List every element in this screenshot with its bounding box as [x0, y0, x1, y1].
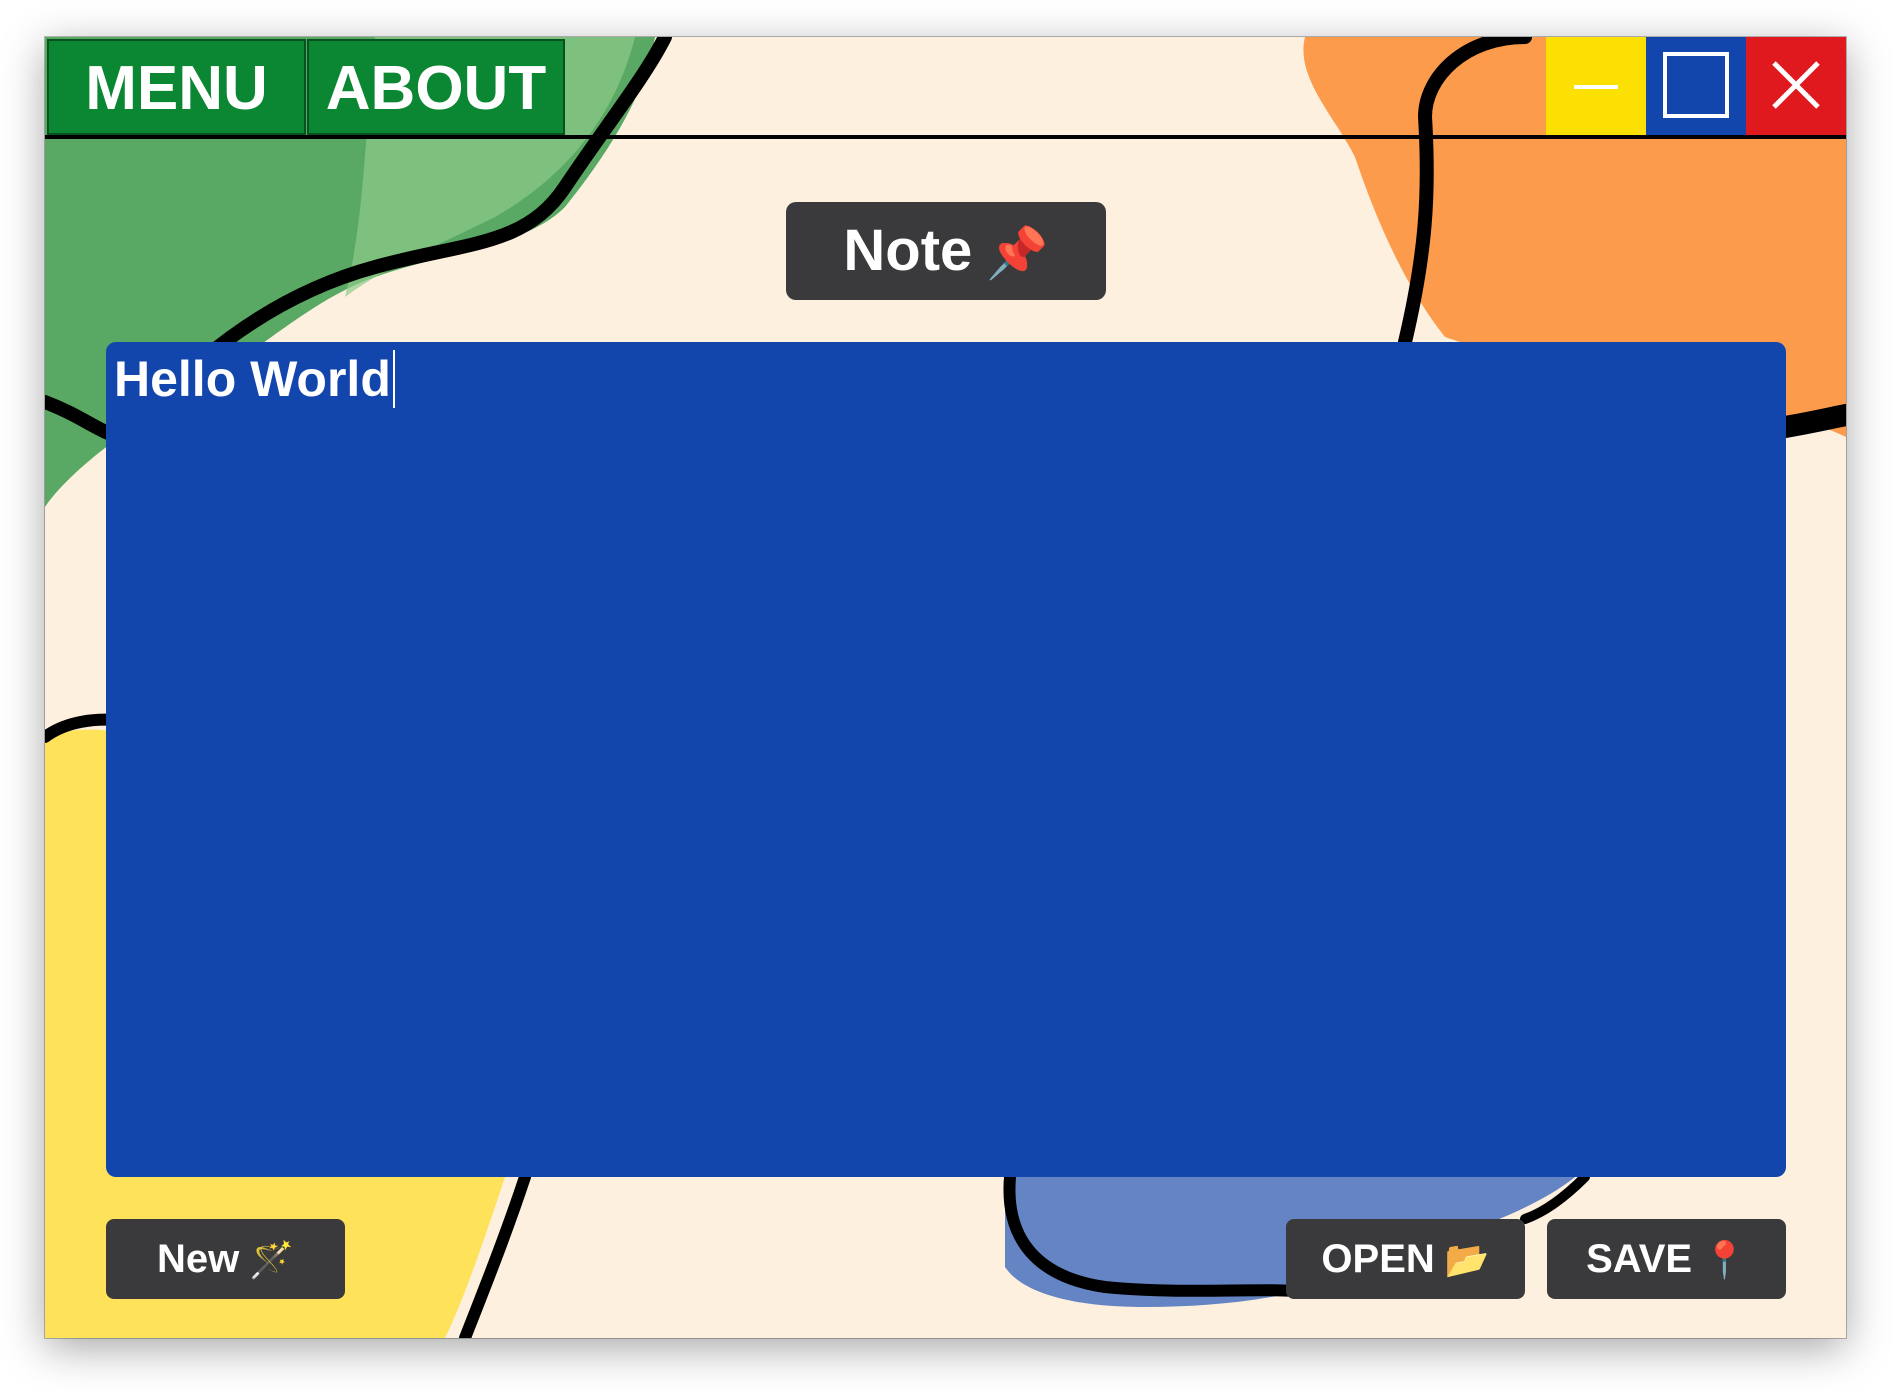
- page-title: Note 📌: [786, 202, 1106, 300]
- pushpin-icon: 📌: [986, 225, 1049, 281]
- folder-icon: 📂: [1444, 1239, 1490, 1280]
- note-text: Hello World: [114, 351, 391, 407]
- text-caret: [392, 350, 395, 408]
- magic-wand-icon: 🪄: [249, 1239, 295, 1280]
- app-window: MENU ABOUT Note 📌 Hello World New 🪄 OPEN…: [45, 37, 1846, 1338]
- minimize-icon: [1574, 85, 1618, 89]
- new-button[interactable]: New 🪄: [106, 1219, 345, 1299]
- orange-blob-outline-right: [1774, 404, 1846, 438]
- maximize-button[interactable]: [1646, 37, 1746, 135]
- close-button[interactable]: [1746, 37, 1846, 135]
- about-button[interactable]: ABOUT: [307, 39, 565, 135]
- round-pushpin-icon: 📍: [1702, 1239, 1747, 1280]
- note-editor[interactable]: Hello World: [106, 342, 1786, 1177]
- new-button-label: New: [156, 1237, 240, 1281]
- maximize-icon: [1663, 52, 1729, 118]
- open-button-label: OPEN: [1321, 1237, 1435, 1281]
- save-button[interactable]: SAVE 📍: [1547, 1219, 1786, 1299]
- open-button[interactable]: OPEN 📂: [1286, 1219, 1525, 1299]
- menu-button[interactable]: MENU: [47, 39, 306, 135]
- close-icon: [1772, 61, 1820, 109]
- page-title-label: Note: [843, 218, 973, 283]
- title-bar: MENU ABOUT: [45, 37, 1846, 139]
- minimize-button[interactable]: [1546, 37, 1646, 135]
- save-button-label: SAVE: [1586, 1237, 1693, 1281]
